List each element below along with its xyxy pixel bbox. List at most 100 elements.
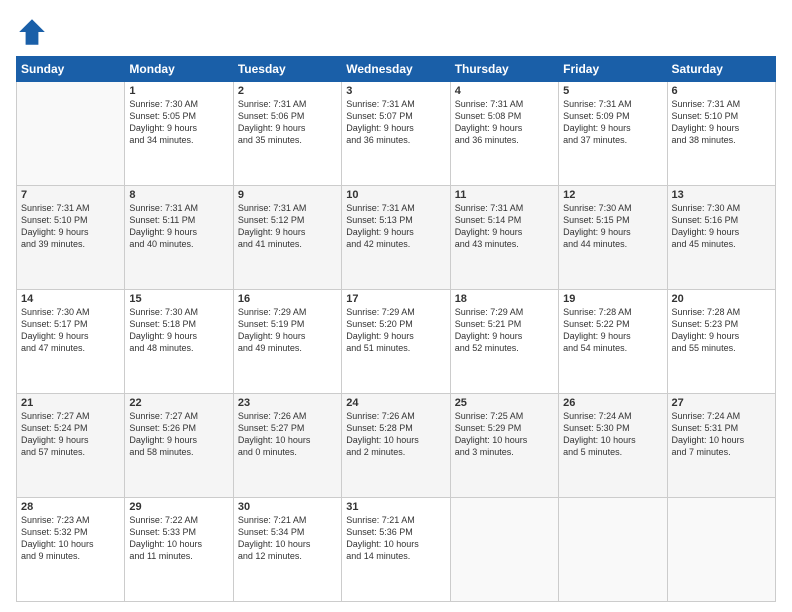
day-info: Sunrise: 7:28 AM Sunset: 5:23 PM Dayligh…	[672, 306, 771, 355]
day-number: 7	[21, 189, 120, 201]
calendar-cell: 11Sunrise: 7:31 AM Sunset: 5:14 PM Dayli…	[450, 186, 558, 290]
day-info: Sunrise: 7:29 AM Sunset: 5:19 PM Dayligh…	[238, 306, 337, 355]
calendar-cell: 26Sunrise: 7:24 AM Sunset: 5:30 PM Dayli…	[559, 394, 667, 498]
calendar-cell: 22Sunrise: 7:27 AM Sunset: 5:26 PM Dayli…	[125, 394, 233, 498]
day-number: 20	[672, 293, 771, 305]
day-info: Sunrise: 7:29 AM Sunset: 5:21 PM Dayligh…	[455, 306, 554, 355]
calendar-cell: 29Sunrise: 7:22 AM Sunset: 5:33 PM Dayli…	[125, 498, 233, 602]
calendar-cell: 5Sunrise: 7:31 AM Sunset: 5:09 PM Daylig…	[559, 82, 667, 186]
day-info: Sunrise: 7:26 AM Sunset: 5:28 PM Dayligh…	[346, 410, 445, 459]
day-number: 13	[672, 189, 771, 201]
col-header-wednesday: Wednesday	[342, 57, 450, 82]
calendar-cell: 23Sunrise: 7:26 AM Sunset: 5:27 PM Dayli…	[233, 394, 341, 498]
day-info: Sunrise: 7:31 AM Sunset: 5:10 PM Dayligh…	[672, 98, 771, 147]
day-info: Sunrise: 7:30 AM Sunset: 5:17 PM Dayligh…	[21, 306, 120, 355]
day-number: 27	[672, 397, 771, 409]
col-header-saturday: Saturday	[667, 57, 775, 82]
day-info: Sunrise: 7:31 AM Sunset: 5:13 PM Dayligh…	[346, 202, 445, 251]
day-number: 28	[21, 501, 120, 513]
calendar-cell: 27Sunrise: 7:24 AM Sunset: 5:31 PM Dayli…	[667, 394, 775, 498]
page-header	[16, 16, 776, 48]
day-info: Sunrise: 7:22 AM Sunset: 5:33 PM Dayligh…	[129, 514, 228, 563]
day-number: 22	[129, 397, 228, 409]
day-number: 14	[21, 293, 120, 305]
day-info: Sunrise: 7:21 AM Sunset: 5:36 PM Dayligh…	[346, 514, 445, 563]
calendar-cell: 10Sunrise: 7:31 AM Sunset: 5:13 PM Dayli…	[342, 186, 450, 290]
col-header-thursday: Thursday	[450, 57, 558, 82]
day-number: 29	[129, 501, 228, 513]
calendar-cell: 2Sunrise: 7:31 AM Sunset: 5:06 PM Daylig…	[233, 82, 341, 186]
calendar-cell: 7Sunrise: 7:31 AM Sunset: 5:10 PM Daylig…	[17, 186, 125, 290]
calendar-cell: 4Sunrise: 7:31 AM Sunset: 5:08 PM Daylig…	[450, 82, 558, 186]
day-info: Sunrise: 7:28 AM Sunset: 5:22 PM Dayligh…	[563, 306, 662, 355]
day-info: Sunrise: 7:25 AM Sunset: 5:29 PM Dayligh…	[455, 410, 554, 459]
day-number: 23	[238, 397, 337, 409]
day-info: Sunrise: 7:30 AM Sunset: 5:16 PM Dayligh…	[672, 202, 771, 251]
day-number: 9	[238, 189, 337, 201]
calendar-cell: 6Sunrise: 7:31 AM Sunset: 5:10 PM Daylig…	[667, 82, 775, 186]
col-header-monday: Monday	[125, 57, 233, 82]
day-number: 16	[238, 293, 337, 305]
calendar-cell: 8Sunrise: 7:31 AM Sunset: 5:11 PM Daylig…	[125, 186, 233, 290]
day-number: 6	[672, 85, 771, 97]
day-info: Sunrise: 7:31 AM Sunset: 5:06 PM Dayligh…	[238, 98, 337, 147]
col-header-sunday: Sunday	[17, 57, 125, 82]
day-info: Sunrise: 7:26 AM Sunset: 5:27 PM Dayligh…	[238, 410, 337, 459]
calendar-cell: 12Sunrise: 7:30 AM Sunset: 5:15 PM Dayli…	[559, 186, 667, 290]
day-number: 1	[129, 85, 228, 97]
calendar-cell: 16Sunrise: 7:29 AM Sunset: 5:19 PM Dayli…	[233, 290, 341, 394]
calendar-cell: 15Sunrise: 7:30 AM Sunset: 5:18 PM Dayli…	[125, 290, 233, 394]
day-info: Sunrise: 7:23 AM Sunset: 5:32 PM Dayligh…	[21, 514, 120, 563]
calendar-week-row: 7Sunrise: 7:31 AM Sunset: 5:10 PM Daylig…	[17, 186, 776, 290]
day-info: Sunrise: 7:31 AM Sunset: 5:09 PM Dayligh…	[563, 98, 662, 147]
col-header-tuesday: Tuesday	[233, 57, 341, 82]
calendar-week-row: 14Sunrise: 7:30 AM Sunset: 5:17 PM Dayli…	[17, 290, 776, 394]
day-number: 25	[455, 397, 554, 409]
day-number: 19	[563, 293, 662, 305]
day-info: Sunrise: 7:31 AM Sunset: 5:10 PM Dayligh…	[21, 202, 120, 251]
day-number: 10	[346, 189, 445, 201]
col-header-friday: Friday	[559, 57, 667, 82]
calendar-cell: 30Sunrise: 7:21 AM Sunset: 5:34 PM Dayli…	[233, 498, 341, 602]
day-info: Sunrise: 7:27 AM Sunset: 5:24 PM Dayligh…	[21, 410, 120, 459]
calendar-cell: 24Sunrise: 7:26 AM Sunset: 5:28 PM Dayli…	[342, 394, 450, 498]
day-info: Sunrise: 7:31 AM Sunset: 5:07 PM Dayligh…	[346, 98, 445, 147]
calendar-week-row: 21Sunrise: 7:27 AM Sunset: 5:24 PM Dayli…	[17, 394, 776, 498]
calendar-cell: 25Sunrise: 7:25 AM Sunset: 5:29 PM Dayli…	[450, 394, 558, 498]
day-number: 4	[455, 85, 554, 97]
calendar-cell	[559, 498, 667, 602]
day-info: Sunrise: 7:30 AM Sunset: 5:05 PM Dayligh…	[129, 98, 228, 147]
calendar-week-row: 28Sunrise: 7:23 AM Sunset: 5:32 PM Dayli…	[17, 498, 776, 602]
day-number: 31	[346, 501, 445, 513]
day-info: Sunrise: 7:31 AM Sunset: 5:14 PM Dayligh…	[455, 202, 554, 251]
day-info: Sunrise: 7:31 AM Sunset: 5:08 PM Dayligh…	[455, 98, 554, 147]
calendar-cell: 28Sunrise: 7:23 AM Sunset: 5:32 PM Dayli…	[17, 498, 125, 602]
day-number: 8	[129, 189, 228, 201]
day-number: 26	[563, 397, 662, 409]
day-info: Sunrise: 7:27 AM Sunset: 5:26 PM Dayligh…	[129, 410, 228, 459]
calendar-cell: 3Sunrise: 7:31 AM Sunset: 5:07 PM Daylig…	[342, 82, 450, 186]
calendar-cell	[17, 82, 125, 186]
day-info: Sunrise: 7:31 AM Sunset: 5:12 PM Dayligh…	[238, 202, 337, 251]
day-info: Sunrise: 7:24 AM Sunset: 5:31 PM Dayligh…	[672, 410, 771, 459]
day-number: 5	[563, 85, 662, 97]
day-number: 11	[455, 189, 554, 201]
calendar-cell: 21Sunrise: 7:27 AM Sunset: 5:24 PM Dayli…	[17, 394, 125, 498]
calendar-cell: 31Sunrise: 7:21 AM Sunset: 5:36 PM Dayli…	[342, 498, 450, 602]
day-number: 30	[238, 501, 337, 513]
day-number: 24	[346, 397, 445, 409]
calendar-cell: 19Sunrise: 7:28 AM Sunset: 5:22 PM Dayli…	[559, 290, 667, 394]
calendar-cell: 17Sunrise: 7:29 AM Sunset: 5:20 PM Dayli…	[342, 290, 450, 394]
calendar-cell: 20Sunrise: 7:28 AM Sunset: 5:23 PM Dayli…	[667, 290, 775, 394]
day-info: Sunrise: 7:21 AM Sunset: 5:34 PM Dayligh…	[238, 514, 337, 563]
calendar-table: SundayMondayTuesdayWednesdayThursdayFrid…	[16, 56, 776, 602]
day-number: 12	[563, 189, 662, 201]
day-info: Sunrise: 7:30 AM Sunset: 5:15 PM Dayligh…	[563, 202, 662, 251]
calendar-cell: 1Sunrise: 7:30 AM Sunset: 5:05 PM Daylig…	[125, 82, 233, 186]
day-number: 18	[455, 293, 554, 305]
day-number: 21	[21, 397, 120, 409]
calendar-cell: 9Sunrise: 7:31 AM Sunset: 5:12 PM Daylig…	[233, 186, 341, 290]
calendar-cell	[667, 498, 775, 602]
logo	[16, 16, 52, 48]
calendar-cell: 13Sunrise: 7:30 AM Sunset: 5:16 PM Dayli…	[667, 186, 775, 290]
